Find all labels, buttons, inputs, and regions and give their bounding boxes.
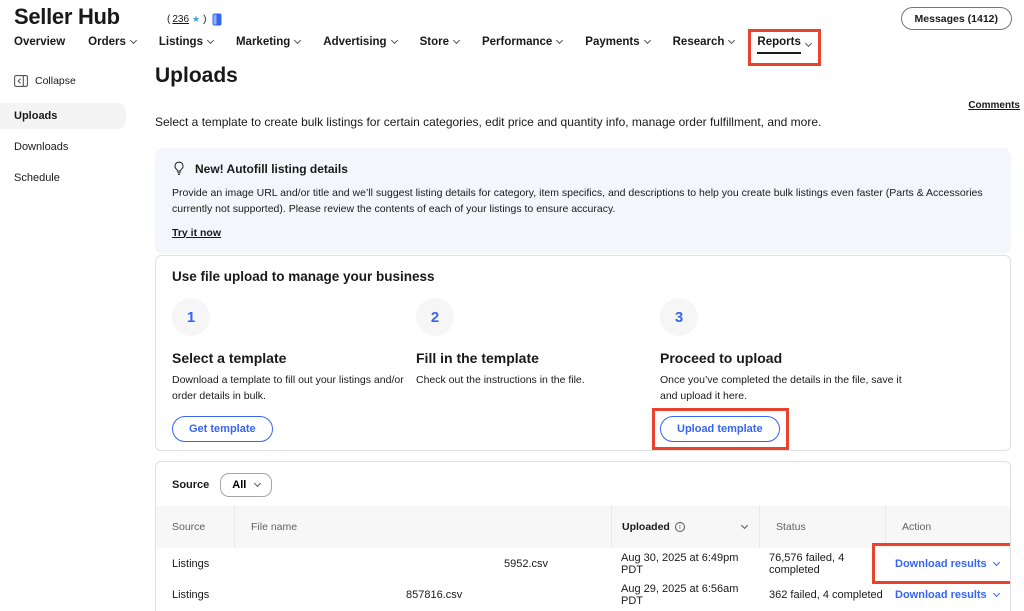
uploads-table-card: Source All Source File name Uploaded Sta… bbox=[155, 461, 1011, 611]
chevron-down-icon bbox=[993, 558, 1000, 565]
collapse-icon bbox=[14, 75, 28, 87]
lightbulb-icon bbox=[172, 161, 186, 176]
sidebar: Collapse Uploads Downloads Schedule bbox=[0, 72, 126, 196]
messages-button[interactable]: Messages (1412) bbox=[901, 7, 1012, 30]
column-header-uploaded[interactable]: Uploaded bbox=[611, 506, 759, 548]
feedback-open-paren: ( bbox=[167, 14, 170, 25]
banner-body: Provide an image URL and/or title and we… bbox=[172, 185, 994, 218]
step-title: Proceed to upload bbox=[660, 350, 994, 366]
banner-title: New! Autofill listing details bbox=[195, 162, 348, 176]
step-number-badge: 3 bbox=[660, 298, 698, 336]
cell-source: Listings bbox=[156, 558, 234, 570]
chevron-down-icon bbox=[130, 37, 137, 44]
chevron-down-icon bbox=[391, 37, 398, 44]
intro-text: Select a template to create bulk listing… bbox=[155, 115, 1015, 129]
nav-item-marketing[interactable]: Marketing bbox=[236, 36, 300, 54]
cell-status: 76,576 failed, 4 completed bbox=[759, 552, 885, 576]
nav-item-research[interactable]: Research bbox=[673, 36, 735, 54]
cell-file-name: 857816.csv bbox=[234, 589, 611, 601]
feedback-star-icon: ★ bbox=[192, 14, 200, 25]
source-filter-dropdown[interactable]: All bbox=[220, 473, 272, 497]
step-number-badge: 2 bbox=[416, 298, 454, 336]
chevron-down-icon bbox=[556, 37, 563, 44]
step-title: Select a template bbox=[172, 350, 416, 366]
feedback-score: ( 236 ★ ) bbox=[167, 13, 222, 26]
chevron-down-icon bbox=[294, 37, 301, 44]
app-title: Seller Hub bbox=[14, 4, 120, 30]
feedback-close-paren: ) bbox=[203, 14, 206, 25]
table-row: Listings 857816.csv Aug 29, 2025 at 6:56… bbox=[156, 579, 1010, 610]
source-filter-label: Source bbox=[172, 479, 209, 491]
autofill-banner: New! Autofill listing details Provide an… bbox=[155, 148, 1011, 254]
column-header-action: Action bbox=[885, 506, 1010, 548]
primary-nav: Overview Orders Listings Marketing Adver… bbox=[14, 36, 811, 60]
table-row: Listings 5952.csv Aug 30, 2025 at 6:49pm… bbox=[156, 548, 1010, 579]
nav-item-listings[interactable]: Listings bbox=[159, 36, 213, 54]
feedback-count-link[interactable]: 236 bbox=[172, 14, 189, 25]
chevron-down-icon bbox=[453, 37, 460, 44]
step-select-template: 1 Select a template Download a template … bbox=[172, 298, 416, 442]
cell-status: 362 failed, 4 completed bbox=[759, 589, 885, 601]
cell-uploaded: Aug 29, 2025 at 6:56am PDT bbox=[611, 583, 759, 607]
nav-item-overview[interactable]: Overview bbox=[14, 36, 65, 54]
chevron-down-icon bbox=[254, 480, 261, 487]
cell-source: Listings bbox=[156, 589, 234, 601]
nav-item-payments[interactable]: Payments bbox=[585, 36, 649, 54]
cell-uploaded: Aug 30, 2025 at 6:49pm PDT bbox=[611, 552, 759, 576]
upload-template-button[interactable]: Upload template bbox=[660, 416, 780, 442]
step-number-badge: 1 bbox=[172, 298, 210, 336]
annotation-box-upload-template bbox=[652, 408, 789, 450]
steps-card-title: Use file upload to manage your business bbox=[172, 269, 994, 284]
sidebar-item-uploads[interactable]: Uploads bbox=[0, 103, 126, 129]
try-it-now-link[interactable]: Try it now bbox=[172, 227, 221, 239]
chevron-down-icon bbox=[993, 589, 1000, 596]
sort-chevron-icon[interactable] bbox=[741, 522, 748, 529]
info-icon[interactable] bbox=[675, 522, 685, 532]
column-header-source: Source bbox=[156, 506, 234, 548]
nav-item-performance[interactable]: Performance bbox=[482, 36, 562, 54]
step-title: Fill in the template bbox=[416, 350, 660, 366]
file-upload-steps-card: Use file upload to manage your business … bbox=[155, 255, 1011, 451]
get-template-button[interactable]: Get template bbox=[172, 416, 273, 442]
collapse-button[interactable]: Collapse bbox=[14, 75, 126, 87]
nav-item-orders[interactable]: Orders bbox=[88, 36, 136, 54]
nav-item-advertising[interactable]: Advertising bbox=[323, 36, 396, 54]
step-description: Download a template to fill out your lis… bbox=[172, 373, 410, 405]
step-description: Once you’ve completed the details in the… bbox=[660, 373, 915, 405]
nav-item-reports[interactable]: Reports bbox=[757, 36, 810, 60]
chevron-down-icon bbox=[207, 37, 214, 44]
chevron-down-icon bbox=[805, 40, 812, 47]
column-header-file-name: File name bbox=[234, 506, 611, 548]
seller-hub-page: Seller Hub ( 236 ★ ) Messages (1412) Ove… bbox=[0, 0, 1024, 611]
step-fill-template: 2 Fill in the template Check out the ins… bbox=[416, 298, 660, 442]
sidebar-item-downloads[interactable]: Downloads bbox=[0, 134, 126, 160]
sidebar-item-schedule[interactable]: Schedule bbox=[0, 165, 126, 191]
table-header-row: Source File name Uploaded Status Action bbox=[156, 506, 1010, 548]
chevron-down-icon bbox=[728, 37, 735, 44]
collapse-label: Collapse bbox=[35, 75, 76, 87]
page-title: Uploads bbox=[155, 64, 238, 88]
chevron-down-icon bbox=[644, 37, 651, 44]
comments-link[interactable]: Comments bbox=[968, 100, 1020, 111]
download-results-link[interactable]: Download results bbox=[885, 558, 1010, 570]
column-header-status: Status bbox=[759, 506, 885, 548]
step-description: Check out the instructions in the file. bbox=[416, 373, 654, 389]
nav-item-store[interactable]: Store bbox=[420, 36, 459, 54]
source-filter-value: All bbox=[232, 479, 246, 491]
cell-file-name: 5952.csv bbox=[234, 558, 611, 570]
download-results-link[interactable]: Download results bbox=[885, 589, 1010, 601]
step-proceed-upload: 3 Proceed to upload Once you’ve complete… bbox=[660, 298, 994, 442]
store-icon bbox=[212, 13, 222, 26]
